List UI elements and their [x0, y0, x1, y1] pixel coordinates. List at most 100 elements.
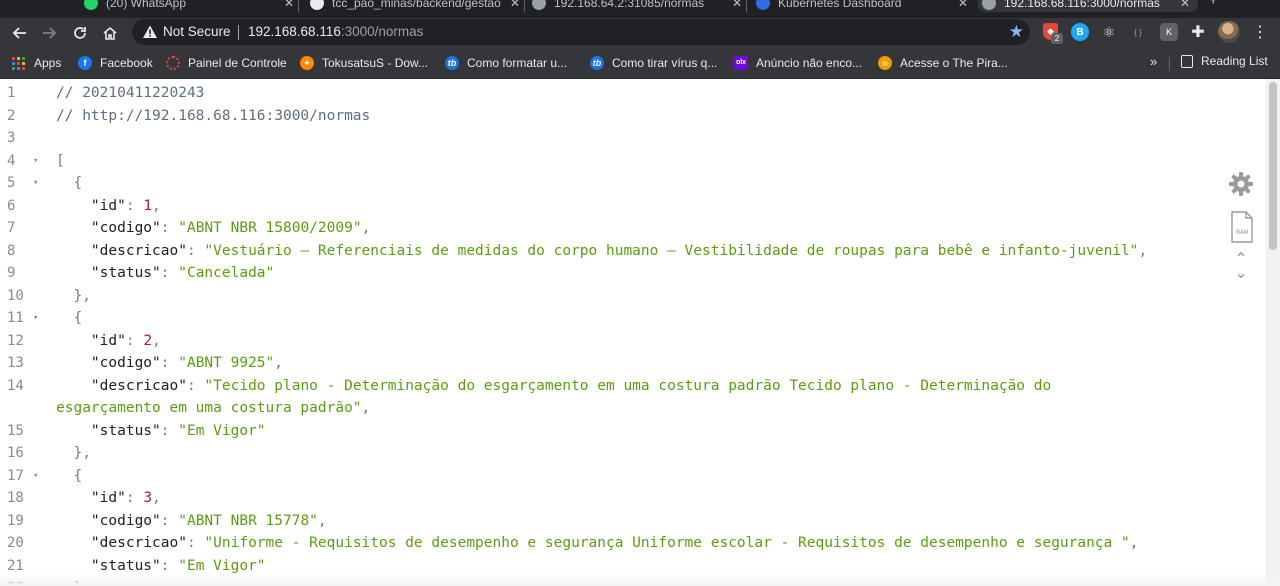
bookmark-como-formatar[interactable]: tb Como formatar u...: [445, 54, 567, 72]
json-num-token: 3: [143, 490, 153, 506]
bookmark-star-icon[interactable]: ★: [1009, 22, 1024, 42]
facebook-icon: f: [78, 56, 92, 70]
tab-label: 192.168.68.116:3000/normas: [1004, 0, 1160, 10]
json-str-token: "Vestuário — Referenciais de medidas do …: [204, 242, 1139, 259]
url-text[interactable]: 192.168.68.116:3000/normas: [248, 24, 423, 39]
json-key-token: "descricao": [56, 535, 187, 551]
profile-avatar[interactable]: [1218, 21, 1240, 43]
json-key-token: "descricao": [56, 377, 187, 394]
bookmark-label: Como formatar u...: [467, 56, 568, 70]
line-number: 14: [7, 377, 24, 394]
address-bar[interactable]: Not Secure 192.168.68.116:3000/normas ★: [132, 19, 1030, 45]
bookmark-pirate-bay[interactable]: ☠ Acesse o The Pira...: [878, 54, 1008, 72]
code-line: 2 // http://192.168.68.116:3000/normas: [0, 105, 1260, 128]
new-tab-button[interactable]: +: [1209, 0, 1218, 10]
home-icon: [103, 26, 117, 40]
fold-toggle-icon[interactable]: ▾: [33, 172, 38, 195]
back-arrow-icon: [12, 27, 26, 39]
tab-separator: [524, 0, 525, 12]
globe-icon: [532, 0, 546, 10]
bookmark-label: Apps: [34, 56, 62, 70]
bookmark-facebook[interactable]: f Facebook: [78, 54, 153, 72]
code-text: {: [56, 172, 82, 195]
warning-icon[interactable]: [142, 24, 158, 40]
menu-kebab-icon[interactable]: ⋮: [1252, 22, 1268, 42]
fold-toggle-icon[interactable]: ▾: [33, 150, 38, 173]
bookmark-label: Facebook: [100, 56, 153, 70]
vertical-scrollbar[interactable]: [1266, 79, 1280, 586]
pirate-icon: ☠: [878, 56, 892, 70]
json-num-token: 2: [143, 332, 153, 349]
tab-normas-kube[interactable]: 192.168.64.2:31085/normas ✕: [532, 0, 742, 12]
k-extension-icon[interactable]: K: [1160, 23, 1178, 41]
code-line: 8 "descricao": "Vestuário — Referenciais…: [0, 240, 1260, 263]
json-punc-token: :: [160, 220, 179, 236]
tab-strip: (20) WhatsApp ✕ tcc_pao_minas/backend/ge…: [0, 0, 1280, 18]
code-line: 5 ▾ {: [0, 172, 1260, 195]
json-str-token: "Tecido plano - Determinação do esgarçam…: [204, 377, 1052, 394]
code-line: 13 "codigo": "ABNT 9925",: [0, 352, 1260, 375]
code-line: 15 "status": "Em Vigor": [0, 420, 1260, 443]
close-icon[interactable]: ✕: [1180, 0, 1190, 10]
gear-icon[interactable]: [1228, 171, 1254, 197]
close-icon[interactable]: ✕: [510, 0, 520, 10]
extensions-puzzle-icon[interactable]: ✚: [1189, 23, 1207, 41]
close-icon[interactable]: ✕: [958, 0, 968, 10]
chevron-down-icon[interactable]: ⌄: [1232, 266, 1250, 282]
code-text: // http://192.168.68.116:3000/normas: [56, 105, 370, 128]
raw-file-icon[interactable]: RAW: [1230, 211, 1254, 243]
reading-list-icon: [1181, 54, 1193, 68]
b-extension-icon[interactable]: B: [1071, 23, 1089, 41]
more-bookmarks-button[interactable]: »: [1150, 54, 1157, 69]
collapse-expand-toggle[interactable]: ⌃ ⌄: [1232, 252, 1250, 282]
bookmark-olx-anuncio[interactable]: olx Anúncio não enco...: [734, 54, 862, 72]
bookmark-label: TokusatsuS - Dow...: [322, 56, 429, 70]
bookmark-painel-de-controle[interactable]: Painel de Controle: [166, 54, 287, 72]
tab-github[interactable]: tcc_pao_minas/backend/gestao ✕: [310, 0, 520, 12]
bookmark-tokusatsus[interactable]: ✦ TokusatsuS - Dow...: [300, 54, 428, 72]
json-punc-token: {: [56, 467, 83, 484]
back-button[interactable]: [9, 22, 31, 44]
code-line: 4 ▾ [: [0, 150, 1260, 173]
json-punc-token: },: [56, 445, 91, 461]
reload-button[interactable]: [69, 22, 91, 44]
whatsapp-icon: [84, 0, 98, 10]
code-text: "id": 2,: [56, 330, 161, 353]
json-extension-icon[interactable]: { }: [1129, 23, 1147, 41]
json-comment-token: // 20210411220243: [56, 85, 205, 101]
scrollbar-thumb[interactable]: [1269, 82, 1277, 250]
react-devtools-icon[interactable]: ⚛: [1100, 23, 1118, 41]
fold-toggle-icon[interactable]: ▾: [33, 465, 38, 488]
tab-kubernetes-dashboard[interactable]: Kubernetes Dashboard ✕: [756, 0, 968, 12]
code-text: "codigo": "ABNT NBR 15778",: [56, 510, 327, 533]
json-punc-token: {: [56, 175, 83, 191]
code-line: 3: [0, 127, 1260, 150]
bookmark-label: Como tirar vírus q...: [612, 56, 718, 70]
json-punc-token: ,: [361, 220, 371, 236]
tab-whatsapp[interactable]: (20) WhatsApp ✕: [84, 0, 294, 12]
code-line: 14 "descricao": "Tecido plano - Determin…: [0, 375, 1260, 398]
json-punc-token: ,: [317, 512, 327, 529]
reading-list-button[interactable]: Reading List: [1181, 54, 1268, 68]
fold-toggle-icon[interactable]: ▾: [33, 307, 38, 330]
reload-icon: [74, 27, 86, 39]
home-button[interactable]: [99, 22, 121, 44]
security-label[interactable]: Not Secure: [163, 24, 231, 39]
json-punc-token: ,: [152, 197, 161, 214]
close-icon[interactable]: ✕: [732, 0, 742, 10]
code-lines: 1 // 20210411220243 2 // http://192.168.68.…: [0, 82, 1260, 586]
json-punc-token: :: [186, 535, 205, 551]
bookmark-apps[interactable]: Apps: [12, 54, 61, 72]
forward-button[interactable]: [38, 22, 60, 44]
code-text: esgarçamento em uma costura padrão",: [56, 397, 370, 420]
code-line: 20 "descricao": "Uniforme - Requisitos d…: [0, 532, 1260, 555]
bookmark-como-tirar-virus[interactable]: tb Como tirar vírus q...: [590, 54, 717, 72]
json-num-token: 1: [143, 197, 153, 214]
json-punc-token: :: [160, 557, 179, 574]
github-icon: [310, 0, 324, 10]
bookmarks-separator: [1169, 57, 1170, 71]
json-punc-token: :: [125, 490, 144, 506]
json-str-token: "ABNT NBR 15800/2009": [178, 220, 362, 236]
close-icon[interactable]: ✕: [284, 0, 294, 10]
tab-normas-active[interactable]: 192.168.68.116:3000/normas ✕: [978, 0, 1198, 12]
